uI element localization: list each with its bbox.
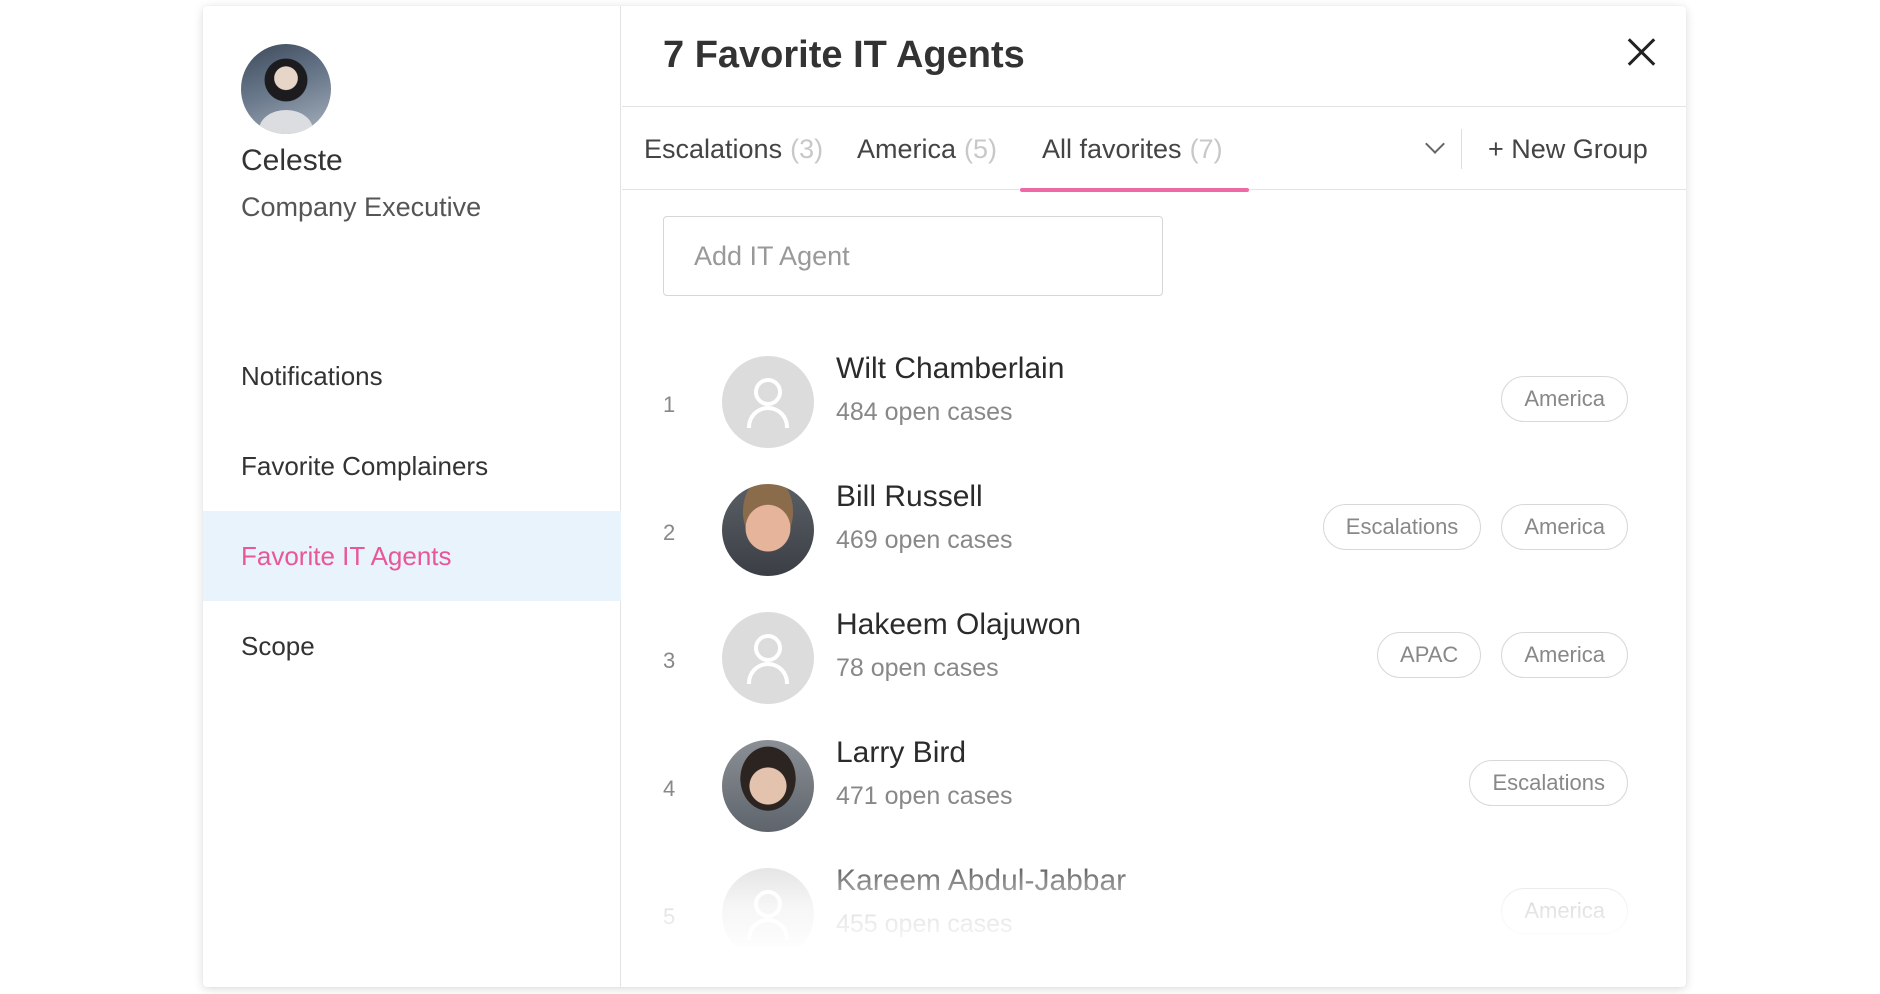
agent-name: Wilt Chamberlain	[836, 352, 1065, 385]
agent-tags: America	[1501, 888, 1628, 934]
tab-divider	[1461, 129, 1462, 169]
agent-open-cases: 471 open cases	[836, 782, 1013, 810]
page-title: 7 Favorite IT Agents	[663, 34, 1025, 76]
agent-avatar	[722, 484, 814, 576]
new-group-button[interactable]: + New Group	[1488, 107, 1648, 191]
agent-open-cases: 484 open cases	[836, 398, 1013, 426]
group-tag[interactable]: America	[1501, 888, 1628, 934]
agent-row[interactable]: 4 Larry Bird 471 open cases Escalations	[622, 730, 1686, 858]
user-avatar	[241, 44, 331, 134]
sidebar-item-favorite-complainers[interactable]: Favorite Complainers	[203, 421, 621, 511]
main-panel: 7 Favorite IT Agents Escalations (3) Ame…	[622, 6, 1686, 987]
agent-row[interactable]: 3 Hakeem Olajuwon 78 open cases APAC Ame…	[622, 602, 1686, 730]
sidebar-item-favorite-it-agents[interactable]: Favorite IT Agents	[203, 511, 621, 601]
tab-count: (7)	[1189, 133, 1223, 164]
agent-open-cases: 469 open cases	[836, 526, 1013, 554]
agent-rank: 2	[663, 520, 676, 545]
tab-label: All favorites	[1042, 133, 1182, 164]
sidebar-item-notifications[interactable]: Notifications	[203, 331, 621, 421]
agent-tags: APAC America	[1377, 632, 1628, 678]
agent-rank: 3	[663, 648, 676, 673]
agent-tags: Escalations	[1469, 760, 1628, 806]
agent-rank: 4	[663, 776, 676, 801]
agent-name: Hakeem Olajuwon	[836, 608, 1082, 641]
group-tabs: Escalations (3) America (5) All favorite…	[622, 106, 1686, 192]
user-placeholder-icon	[722, 356, 814, 448]
agent-tags: Escalations America	[1322, 504, 1628, 550]
agent-row[interactable]: 5 Kareem Abdul-Jabbar 455 open cases Ame…	[622, 858, 1686, 946]
tab-all-favorites[interactable]: All favorites (7)	[1020, 107, 1249, 192]
agent-open-cases: 455 open cases	[836, 910, 1013, 938]
agent-tags: America	[1501, 376, 1628, 422]
agent-rank: 1	[663, 392, 676, 417]
agent-row[interactable]: 1 Wilt Chamberlain 484 open cases Americ…	[622, 346, 1686, 474]
close-icon[interactable]	[1622, 32, 1662, 72]
group-tag[interactable]: APAC	[1377, 632, 1482, 678]
tab-escalations[interactable]: Escalations (3)	[644, 107, 823, 191]
agent-avatar	[722, 740, 814, 832]
tab-label: Escalations	[644, 133, 783, 164]
agent-name: Larry Bird	[836, 736, 967, 769]
group-tag[interactable]: Escalations	[1322, 504, 1482, 550]
agent-rank: 5	[663, 904, 676, 929]
agent-list: 1 Wilt Chamberlain 484 open cases Americ…	[622, 346, 1686, 946]
agent-name: Bill Russell	[836, 480, 983, 513]
user-role: Company Executive	[241, 192, 482, 222]
group-tag[interactable]: America	[1501, 632, 1628, 678]
agent-name: Kareem Abdul-Jabbar	[836, 864, 1127, 897]
group-tag[interactable]: America	[1501, 376, 1628, 422]
agent-row[interactable]: 2 Bill Russell 469 open cases Escalation…	[622, 474, 1686, 602]
sidebar-nav: Notifications Favorite Complainers Favor…	[203, 331, 621, 691]
add-it-agent-input[interactable]	[663, 216, 1163, 296]
agent-open-cases: 78 open cases	[836, 654, 999, 682]
tab-america[interactable]: America (5)	[857, 107, 997, 191]
tab-count: (3)	[790, 133, 824, 164]
favorites-modal: Celeste Company Executive Notifications …	[203, 6, 1686, 987]
user-name: Celeste	[241, 144, 343, 177]
tab-label: America	[857, 133, 957, 164]
chevron-down-icon[interactable]	[1418, 131, 1454, 167]
sidebar-item-scope[interactable]: Scope	[203, 601, 621, 691]
user-placeholder-icon	[722, 612, 814, 704]
sidebar: Celeste Company Executive Notifications …	[203, 6, 621, 987]
tab-count: (5)	[964, 133, 998, 164]
group-tag[interactable]: America	[1501, 504, 1628, 550]
group-tag[interactable]: Escalations	[1469, 760, 1628, 806]
user-placeholder-icon	[722, 868, 814, 946]
